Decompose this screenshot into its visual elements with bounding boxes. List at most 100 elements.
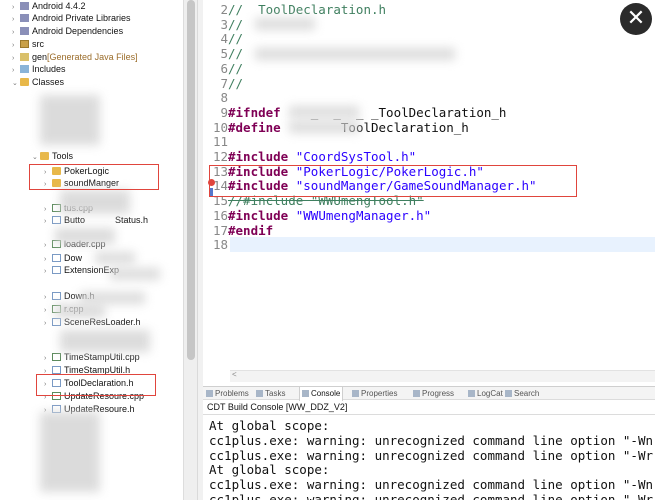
tree-item-label: Tools [52, 151, 74, 161]
tree-item[interactable]: › Dow [44, 252, 82, 264]
code-line[interactable]: 8 [203, 90, 228, 105]
tasks-icon [256, 390, 263, 397]
tab-properties[interactable]: Properties [352, 387, 397, 401]
tree-item-label: Classes [32, 77, 65, 87]
code-editor[interactable]: 2// ToolDeclaration.h 3//4//5//6//7//8 9#i… [203, 0, 655, 384]
line-number: 2 [220, 2, 228, 17]
code-token: // [228, 46, 244, 62]
line-number: 10 [212, 119, 228, 135]
tree-item[interactable]: › gen[Generated Java Files] [12, 51, 138, 63]
code-line[interactable]: 7// [203, 76, 243, 91]
redaction-blur [255, 48, 455, 60]
code-line[interactable]: 16#include "WWUmengManager.h" [203, 208, 431, 223]
editor-horizontal-scrollbar[interactable]: < [230, 370, 655, 382]
code-line[interactable]: 17#endif [203, 223, 273, 238]
tab-tasks[interactable]: Tasks [256, 387, 285, 401]
console-line: At global scope: [209, 462, 330, 478]
tab-search[interactable]: Search [505, 387, 539, 401]
library-icon [20, 2, 29, 10]
tree-item-label: Android Private Libraries [32, 13, 131, 23]
tree-item-label: Dow [64, 253, 83, 263]
code-line[interactable]: 2// ToolDeclaration.h [203, 2, 386, 17]
properties-icon [352, 390, 359, 397]
code-line[interactable]: 3// [203, 17, 243, 32]
code-token: // [228, 75, 244, 91]
line-number: 5 [220, 46, 228, 62]
redaction-blur [80, 292, 145, 304]
problems-icon [206, 390, 213, 397]
search-icon [505, 390, 512, 397]
tree-item[interactable]: › src [12, 38, 44, 50]
tab-label: Problems [215, 389, 249, 398]
highlight-box-includes [209, 165, 577, 197]
line-number: 6 [220, 60, 228, 76]
tree-item[interactable]: › TimeStampUtil.cpp [44, 351, 140, 363]
explorer-scroll-thumb[interactable] [187, 0, 195, 360]
header-file-icon [52, 266, 61, 274]
redaction-blur [60, 190, 130, 214]
tree-item[interactable]: › Android Dependencies [12, 25, 123, 37]
scroll-left-icon[interactable]: < [232, 370, 237, 379]
line-number: 9 [220, 104, 228, 120]
redaction-blur [255, 18, 315, 30]
line-number: 11 [212, 134, 228, 150]
tree-item-label: TimeStampUtil.cpp [64, 352, 140, 362]
code-line[interactable]: 6// [203, 61, 243, 76]
tree-item-label: Butto [64, 215, 86, 225]
code-line[interactable]: 11 [203, 134, 228, 149]
chevron-right-icon[interactable]: › [44, 318, 52, 330]
tree-item[interactable]: › ExtensionExp [44, 264, 119, 276]
chevron-down-icon[interactable]: ⌄ [12, 78, 20, 90]
chevron-right-icon[interactable]: › [44, 204, 52, 216]
tree-item[interactable]: › Includes [12, 63, 66, 75]
folder-icon [20, 78, 29, 86]
project-explorer: › Android 4.4.2 › Android Private Libraries… [0, 0, 183, 500]
explorer-scrollbar[interactable] [183, 0, 197, 500]
redaction-blur [55, 228, 115, 244]
header-file-icon [52, 216, 61, 224]
chevron-down-icon[interactable]: ⌄ [32, 152, 40, 164]
code-token: "WWUmengManager.h" [295, 207, 432, 223]
highlight-box-tooldeclaration [36, 374, 156, 396]
code-line[interactable]: 5// [203, 46, 243, 61]
chevron-right-icon[interactable]: › [44, 216, 52, 228]
tab-console[interactable]: Console [299, 387, 344, 401]
folder-icon [40, 152, 49, 160]
tree-item-label: SceneResLoader.h [64, 317, 141, 327]
tree-item[interactable]: ⌄ Tools [32, 150, 73, 162]
tab-progress[interactable]: Progress [413, 387, 454, 401]
tree-item[interactable]: › Android Private Libraries [12, 12, 131, 24]
tree-item[interactable]: › Butto Status.h [44, 214, 148, 226]
line-number: 7 [220, 75, 228, 91]
cpp-file-icon [52, 353, 61, 361]
header-file-icon [52, 292, 61, 300]
tab-problems[interactable]: Problems [206, 387, 249, 401]
logcat-icon [468, 390, 475, 397]
redaction-blur [60, 330, 150, 352]
generated-folder-icon [20, 53, 29, 61]
header-file-icon [52, 254, 61, 262]
tree-item[interactable]: › Android 4.4.2 [12, 0, 86, 12]
code-line[interactable]: 4// [203, 31, 243, 46]
code-line[interactable]: 18 [203, 237, 228, 252]
tab-logcat[interactable]: LogCat [468, 387, 503, 401]
chevron-right-icon[interactable]: › [44, 266, 52, 278]
console-line: cc1plus.exe: warning: unrecognized comma… [209, 447, 654, 463]
redaction-blur [55, 304, 105, 318]
console-icon [302, 390, 309, 397]
chevron-right-icon[interactable]: › [44, 240, 52, 252]
code-line[interactable]: 12#include "CoordSysTool.h" [203, 149, 416, 164]
current-line-highlight [230, 237, 655, 252]
redaction-blur [110, 268, 160, 280]
code-token: // [228, 16, 244, 32]
library-icon [20, 14, 29, 22]
code-token: #include [228, 207, 289, 223]
close-button[interactable]: ✕ [620, 3, 652, 35]
tab-label: Search [514, 389, 540, 398]
tree-item-suffix: [Generated Java Files] [47, 52, 138, 62]
tree-item-label: gen [32, 52, 48, 62]
tree-item[interactable]: ⌄ Classes [12, 76, 64, 88]
tab-label: Progress [422, 389, 455, 398]
